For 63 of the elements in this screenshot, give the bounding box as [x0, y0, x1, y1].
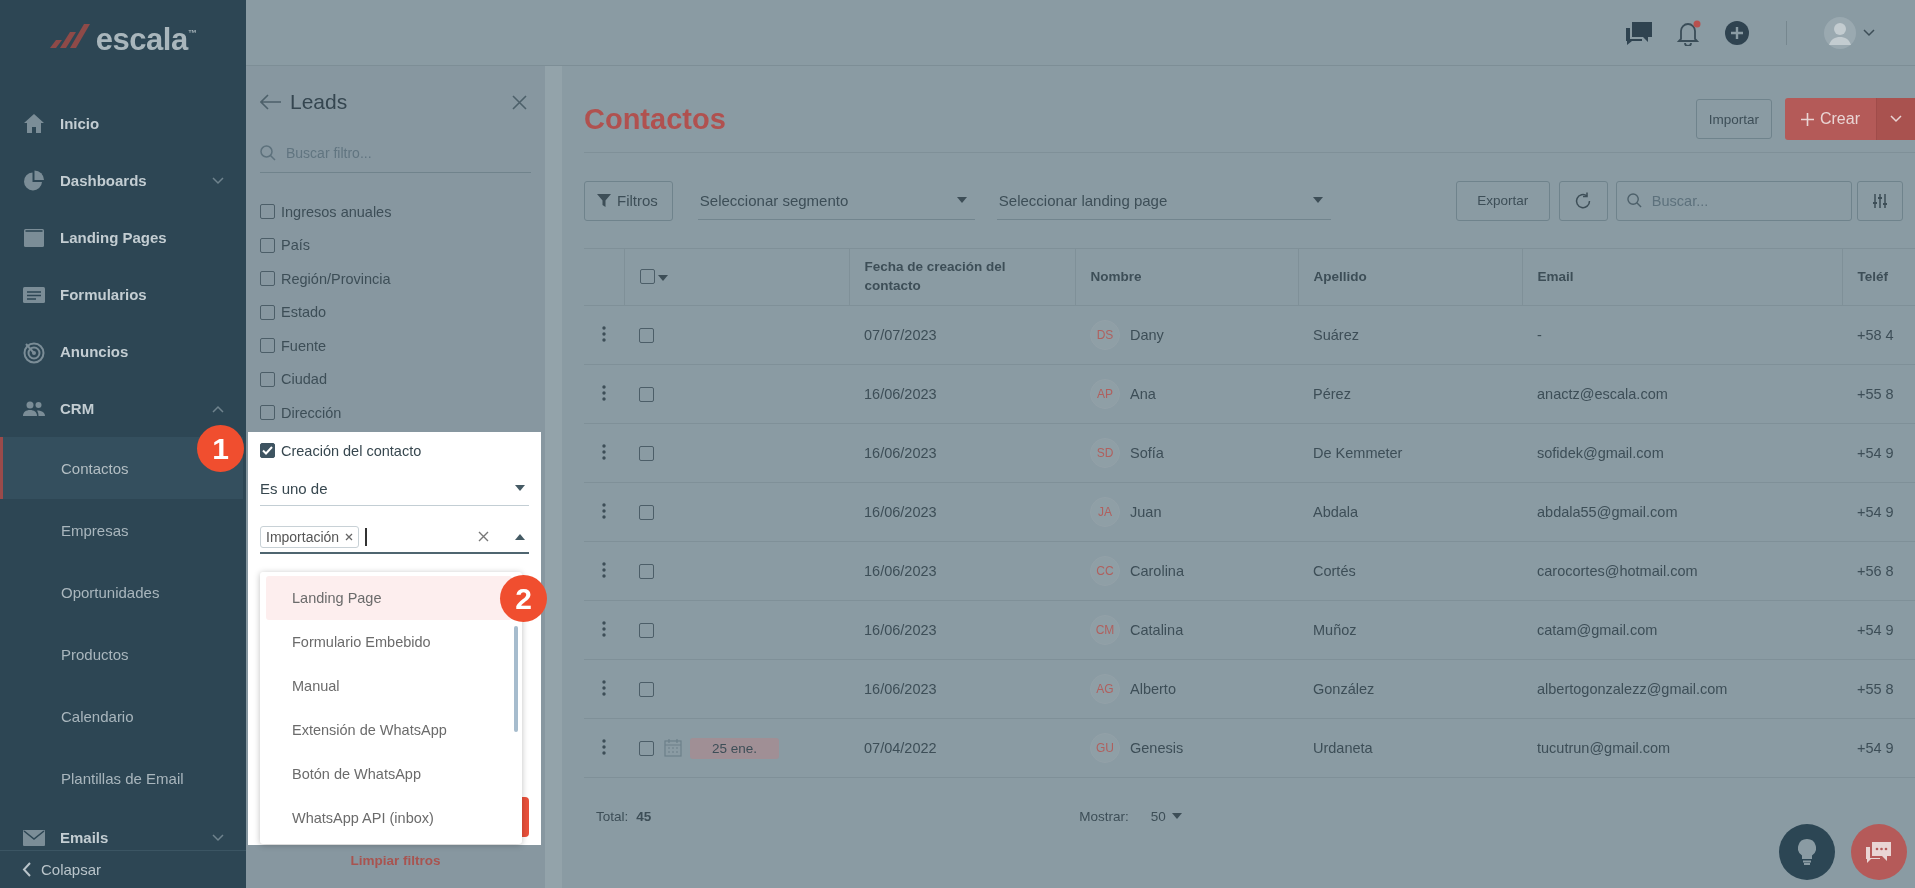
- table-cell: abdala55@gmail.com: [1522, 482, 1842, 542]
- table-cell: tucutrun@gmail.com: [1522, 718, 1842, 778]
- initials-avatar: CC: [1090, 556, 1120, 586]
- table-cell: Juan: [1130, 504, 1162, 520]
- table-cell: Dany: [1130, 327, 1164, 343]
- table-cell: 16/06/2023: [849, 659, 1075, 719]
- table-cell: Abdala: [1298, 482, 1522, 542]
- filter-label: Ciudad: [281, 371, 327, 388]
- table-cell: +54 9: [1842, 482, 1915, 542]
- initials-avatar: JA: [1090, 497, 1120, 527]
- filter-label: Dirección: [281, 404, 342, 421]
- table-cell: Genesis: [1130, 740, 1184, 756]
- table-cell: 07/07/2023: [849, 305, 1075, 365]
- filter-label: Creación del contacto: [281, 442, 422, 459]
- table-cell: 16/06/2023: [849, 364, 1075, 424]
- initials-avatar: SD: [1090, 438, 1120, 468]
- filter-label: Ingresos anuales: [281, 203, 392, 220]
- filter-label: Fuente: [281, 337, 327, 354]
- filter-label: País: [281, 237, 310, 254]
- table-cell: Catalina: [1130, 622, 1184, 638]
- table-cell: Cortés: [1298, 541, 1522, 601]
- table-cell: 16/06/2023: [849, 482, 1075, 542]
- table-cell: Carolina: [1130, 563, 1184, 579]
- table-cell: +56 8: [1842, 541, 1915, 601]
- table-cell: +54 9: [1842, 423, 1915, 483]
- total-label: Total:: [596, 808, 629, 824]
- table-cell: +58 4: [1842, 305, 1915, 365]
- initials-avatar: GU: [1090, 733, 1120, 763]
- table-cell: +55 8: [1842, 659, 1915, 719]
- table-cell: carocortes@hotmail.com: [1522, 541, 1842, 601]
- table-cell: 16/06/2023: [849, 423, 1075, 483]
- table-cell: +55 8: [1842, 364, 1915, 424]
- table-cell: catam@gmail.com: [1522, 600, 1842, 660]
- initials-avatar: AG: [1090, 674, 1120, 704]
- filter-label: Estado: [281, 304, 327, 321]
- task-date-tag: 25 ene.: [690, 737, 780, 759]
- table-cell: Muñoz: [1298, 600, 1522, 660]
- table-cell: Sofía: [1130, 445, 1164, 461]
- total-count: 45: [636, 808, 652, 824]
- table-cell: albertogonzalezz@gmail.com: [1522, 659, 1842, 719]
- initials-avatar: DS: [1090, 320, 1120, 350]
- table-cell: Ana: [1130, 386, 1156, 402]
- table-cell: Pérez: [1298, 364, 1522, 424]
- table-cell: González: [1298, 659, 1522, 719]
- filter-label: Región/Provincia: [281, 270, 391, 287]
- initials-avatar: CM: [1090, 615, 1120, 645]
- panel-title: Leads: [290, 90, 349, 114]
- table-cell: anactz@escala.com: [1522, 364, 1842, 424]
- table-cell: sofidek@gmail.com: [1522, 423, 1842, 483]
- logo-text: escala™: [95, 22, 197, 58]
- table-cell: 16/06/2023: [849, 541, 1075, 601]
- page-size-label: Mostrar:: [1079, 808, 1129, 824]
- page-title: Contactos: [584, 102, 727, 136]
- table-cell: De Kemmeter: [1298, 423, 1522, 483]
- table-cell: 16/06/2023: [849, 600, 1075, 660]
- table-cell: Suárez: [1298, 305, 1522, 365]
- initials-avatar: AP: [1090, 379, 1120, 409]
- table-cell: 07/04/2022: [849, 718, 1075, 778]
- table-cell: +54 9: [1842, 600, 1915, 660]
- table-cell: Urdaneta: [1298, 718, 1522, 778]
- table-cell: -: [1522, 305, 1842, 365]
- table-cell: Alberto: [1130, 681, 1176, 697]
- table-cell: +54 9: [1842, 718, 1915, 778]
